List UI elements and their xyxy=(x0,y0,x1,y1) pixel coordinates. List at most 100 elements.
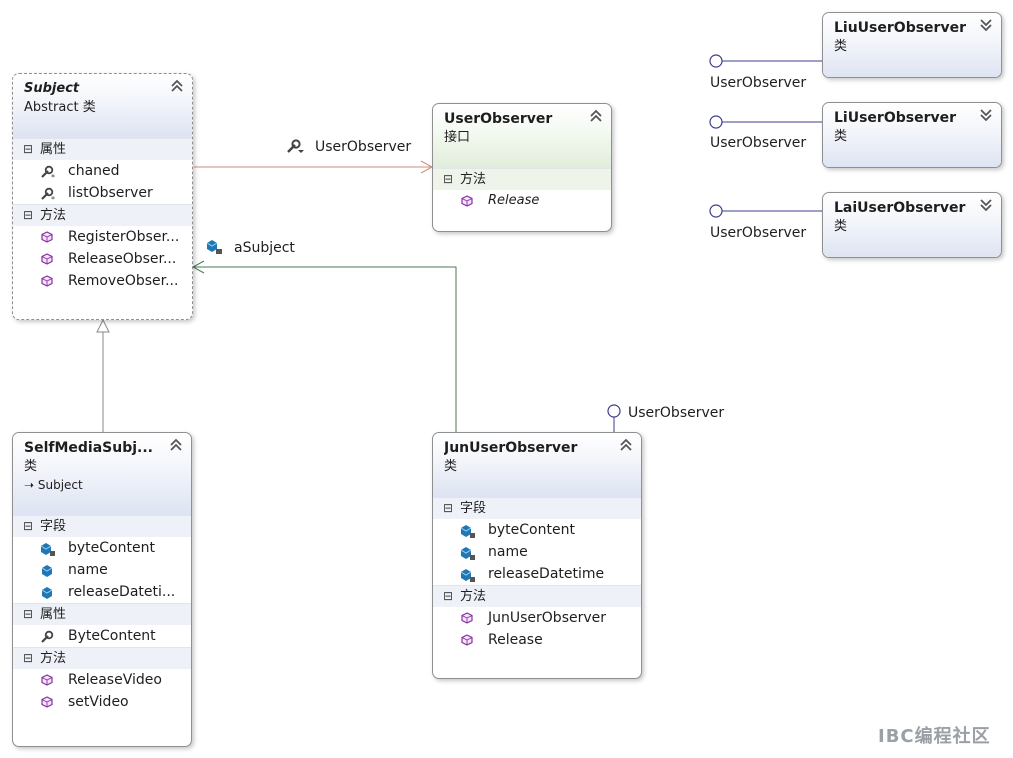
class-header: LiUserObserver 类 xyxy=(823,103,1001,167)
member-property[interactable]: ByteContent xyxy=(13,625,191,647)
member-method[interactable]: JunUserObserver xyxy=(433,607,641,629)
collapse-chevron-icon[interactable] xyxy=(619,437,633,453)
svg-text:*: * xyxy=(51,173,55,180)
collapse-toggle-icon[interactable]: ⊟ xyxy=(443,586,455,607)
section-methods[interactable]: ⊟ 方法 xyxy=(13,204,192,226)
lollipop-liu xyxy=(709,54,822,68)
member-name: releaseDateti... xyxy=(68,584,176,600)
collapse-toggle-icon[interactable]: ⊟ xyxy=(443,498,455,519)
section-methods[interactable]: ⊟ 方法 xyxy=(433,585,641,607)
member-field[interactable]: name xyxy=(433,541,641,563)
member-field[interactable]: releaseDateti... xyxy=(13,581,191,603)
member-field[interactable]: releaseDatetime xyxy=(433,563,641,585)
property-icon: * xyxy=(41,187,55,202)
member-method[interactable]: ReleaseVideo xyxy=(13,669,191,691)
class-laiuserobserver[interactable]: LaiUserObserver 类 xyxy=(822,192,1002,258)
lollipop-label-lai: UserObserver xyxy=(710,225,807,241)
property-icon xyxy=(41,630,54,643)
section-fields[interactable]: ⊟ 字段 xyxy=(13,515,191,537)
field-icon xyxy=(41,565,53,577)
inheritance-arrow[interactable] xyxy=(96,318,110,432)
section-methods[interactable]: ⊟ 方法 xyxy=(13,647,191,669)
property-icon xyxy=(287,139,304,153)
member-method[interactable]: RegisterObser... xyxy=(13,226,192,248)
member-name: chaned xyxy=(68,163,120,179)
collapse-chevron-icon[interactable] xyxy=(169,437,183,453)
interface-userobserver[interactable]: UserObserver 接口 ⊟ 方法 Release xyxy=(432,103,612,232)
class-stereotype: 类 xyxy=(834,219,848,234)
class-name: UserObserver xyxy=(444,111,553,127)
expand-chevron-icon[interactable] xyxy=(979,17,993,33)
method-icon xyxy=(41,253,53,265)
private-field-icon xyxy=(460,547,475,560)
class-stereotype: 类 xyxy=(834,39,848,54)
member-name: ReleaseObser... xyxy=(68,251,177,267)
association-label-asubject: aSubject xyxy=(234,240,295,256)
class-stereotype: 接口 xyxy=(444,130,471,145)
class-liuuserobserver[interactable]: LiuUserObserver 类 xyxy=(822,12,1002,78)
class-junuserobserver[interactable]: JunUserObserver 类 ⊟ 字段 byteContent name r… xyxy=(432,432,642,679)
class-stereotype: Abstract 类 xyxy=(24,100,96,115)
member-name: byteContent xyxy=(488,522,575,538)
collapse-toggle-icon[interactable]: ⊟ xyxy=(23,139,35,160)
section-fields[interactable]: ⊟ 字段 xyxy=(433,497,641,519)
property-icon: * xyxy=(41,165,55,180)
field-icon xyxy=(206,240,222,254)
member-name: listObserver xyxy=(68,185,153,201)
member-property[interactable]: * listObserver xyxy=(13,182,192,204)
field-icon xyxy=(41,587,53,599)
collapse-toggle-icon[interactable]: ⊟ xyxy=(23,604,35,625)
collapse-chevron-icon[interactable] xyxy=(589,108,603,124)
class-header: LiuUserObserver 类 xyxy=(823,13,1001,77)
class-subject[interactable]: Subject Abstract 类 ⊟ 属性 * chaned * listObse… xyxy=(12,73,193,320)
class-selfmediasubject[interactable]: SelfMediaSubj... 类 ➝ Subject ⊟ 字段 byteCon… xyxy=(12,432,192,747)
member-method[interactable]: Release xyxy=(433,190,611,212)
class-name: JunUserObserver xyxy=(444,440,578,456)
private-field-icon xyxy=(460,525,475,538)
section-properties[interactable]: ⊟ 属性 xyxy=(13,603,191,625)
member-field[interactable]: byteContent xyxy=(13,537,191,559)
member-name: ReleaseVideo xyxy=(68,672,162,688)
expand-chevron-icon[interactable] xyxy=(979,107,993,123)
member-method[interactable]: Release xyxy=(433,629,641,651)
member-method[interactable]: RemoveObser... xyxy=(13,270,192,292)
method-icon xyxy=(41,231,53,243)
lollipop-li xyxy=(709,115,822,129)
member-property[interactable]: * chaned xyxy=(13,160,192,182)
association-userobserver[interactable] xyxy=(194,160,434,174)
member-name: Release xyxy=(488,193,540,208)
class-header: SelfMediaSubj... 类 ➝ Subject xyxy=(13,433,191,515)
member-name: Release xyxy=(488,632,543,648)
section-properties[interactable]: ⊟ 属性 xyxy=(13,138,192,160)
association-label-userobserver: UserObserver xyxy=(315,139,412,155)
lollipop-lai xyxy=(709,204,822,218)
member-name: RegisterObser... xyxy=(68,229,180,245)
member-field[interactable]: byteContent xyxy=(433,519,641,541)
class-stereotype: 类 xyxy=(834,129,848,144)
method-icon xyxy=(41,674,53,686)
method-icon xyxy=(41,696,53,708)
class-name: LiUserObserver xyxy=(834,110,957,126)
member-name: setVideo xyxy=(68,694,129,710)
member-method[interactable]: setVideo xyxy=(13,691,191,713)
member-name: name xyxy=(68,562,108,578)
association-asubject[interactable] xyxy=(191,260,457,432)
lollipop-label-liu: UserObserver xyxy=(710,75,807,91)
expand-chevron-icon[interactable] xyxy=(979,197,993,213)
lollipop-jun xyxy=(607,404,621,432)
watermark: IBC编程社区 xyxy=(878,726,991,747)
collapse-chevron-icon[interactable] xyxy=(170,78,184,94)
class-liuserobserver[interactable]: LiUserObserver 类 xyxy=(822,102,1002,168)
method-icon xyxy=(461,634,473,646)
base-class: ➝ Subject xyxy=(24,478,83,492)
collapse-toggle-icon[interactable]: ⊟ xyxy=(23,516,35,537)
method-icon xyxy=(461,195,473,207)
member-method[interactable]: ReleaseObser... xyxy=(13,248,192,270)
collapse-toggle-icon[interactable]: ⊟ xyxy=(23,205,35,226)
collapse-toggle-icon[interactable]: ⊟ xyxy=(23,648,35,669)
section-methods[interactable]: ⊟ 方法 xyxy=(433,168,611,190)
lollipop-label-jun: UserObserver xyxy=(628,405,725,421)
collapse-toggle-icon[interactable]: ⊟ xyxy=(443,169,455,190)
member-name: JunUserObserver xyxy=(488,610,607,626)
member-field[interactable]: name xyxy=(13,559,191,581)
